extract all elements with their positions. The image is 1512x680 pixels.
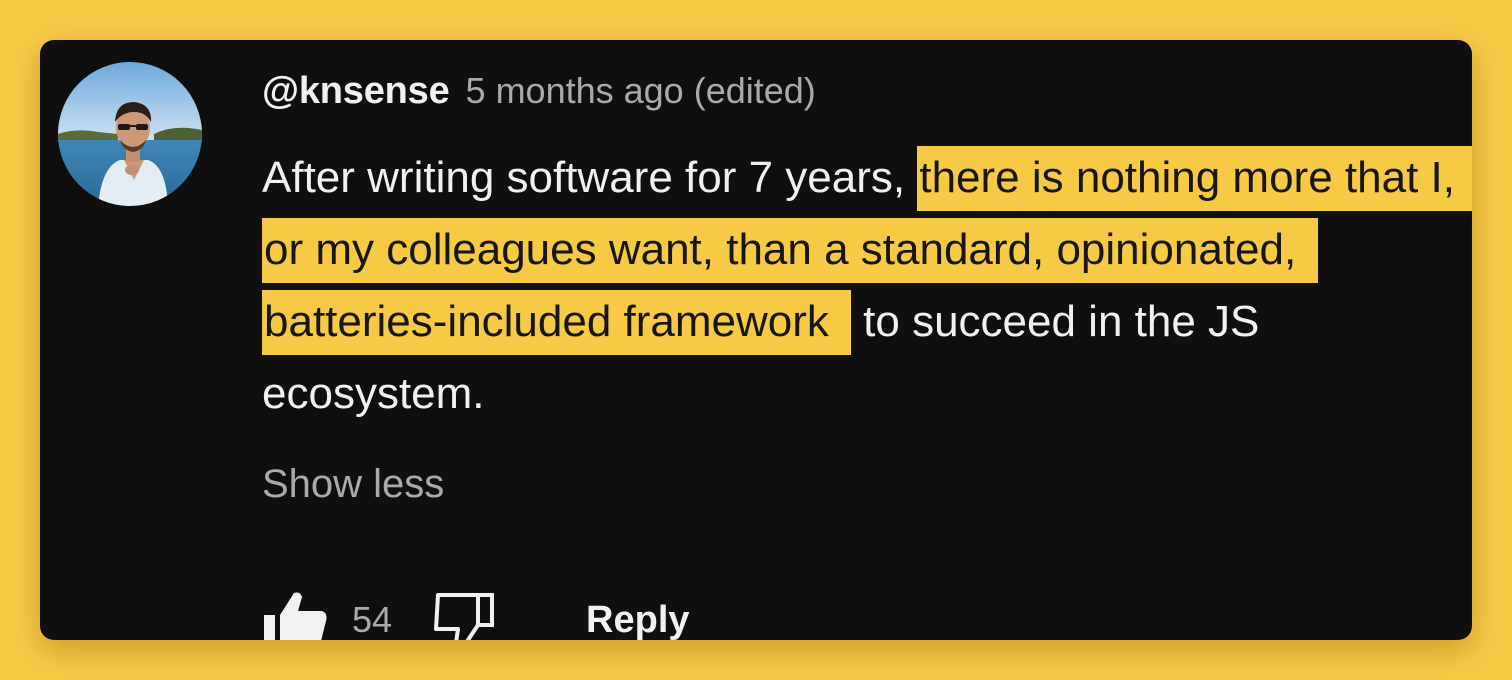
comment-text: After writing software for 7 years, ther… (262, 142, 1472, 430)
comment-body: @knsense 5 months ago (edited) After wri… (262, 70, 1472, 640)
thumbs-down-icon (434, 593, 495, 640)
avatar-photo (58, 62, 202, 206)
comment-actions: 54 Reply (262, 584, 690, 640)
reply-button[interactable]: Reply (586, 599, 689, 641)
edited-label: (edited) (693, 70, 816, 111)
dislike-button[interactable] (430, 589, 496, 640)
comment-text-start: After writing software for 7 years, (262, 153, 918, 202)
comment-card: @knsense 5 months ago (edited) After wri… (40, 40, 1472, 640)
comment-header: @knsense 5 months ago (edited) (262, 70, 1442, 122)
comment-author[interactable]: @knsense (262, 70, 450, 113)
avatar[interactable] (58, 62, 202, 206)
like-button[interactable] (262, 589, 328, 640)
thumbs-up-icon (264, 592, 327, 640)
comment-timestamp[interactable]: 5 months ago (edited) (466, 70, 816, 112)
show-less-button[interactable]: Show less (262, 462, 444, 507)
like-count: 54 (352, 599, 393, 640)
comment-timestamp-text[interactable]: 5 months ago (466, 70, 684, 111)
